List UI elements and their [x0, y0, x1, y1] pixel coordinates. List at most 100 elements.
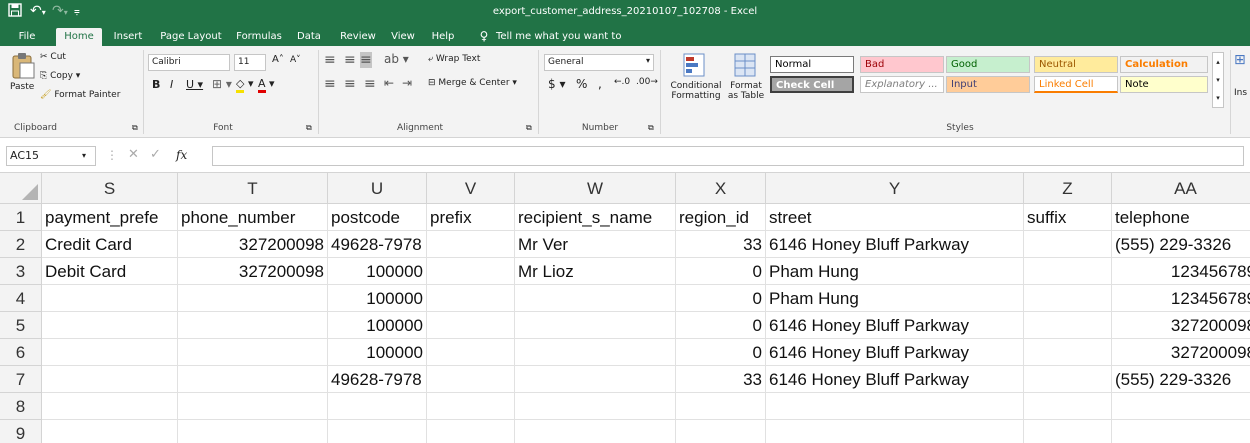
column-header[interactable]: S — [42, 173, 178, 204]
table-cell[interactable] — [42, 339, 178, 366]
table-cell[interactable] — [42, 393, 178, 420]
orientation-icon[interactable]: ab ▾ — [384, 52, 409, 66]
table-cell[interactable] — [515, 366, 676, 393]
paste-button[interactable]: Paste — [10, 52, 40, 102]
fill-color-icon[interactable]: ◇ ▾ — [236, 77, 254, 93]
table-cell[interactable]: 100000 — [328, 312, 427, 339]
table-cell[interactable]: 6146 Honey Bluff Parkway — [766, 312, 1024, 339]
bottom-align-icon[interactable]: ≡ — [360, 52, 372, 68]
table-cell[interactable] — [42, 366, 178, 393]
table-cell[interactable]: 33 — [676, 366, 766, 393]
borders-icon[interactable]: ⊞ ▾ — [212, 77, 232, 91]
table-cell[interactable] — [42, 312, 178, 339]
dialog-launcher-icon[interactable]: ⧉ — [526, 123, 532, 133]
table-cell[interactable]: 327200098 — [1112, 339, 1250, 366]
cell-style-option[interactable]: Normal — [770, 56, 854, 73]
table-cell[interactable]: region_id — [676, 204, 766, 231]
column-header[interactable]: T — [178, 173, 328, 204]
row-header[interactable]: 2 — [0, 231, 42, 258]
tab-home[interactable]: Home — [56, 28, 102, 46]
table-cell[interactable]: Mr Lioz — [515, 258, 676, 285]
table-cell[interactable] — [427, 393, 515, 420]
table-cell[interactable] — [1024, 339, 1112, 366]
cell-style-option[interactable]: Linked Cell — [1034, 76, 1118, 93]
formula-input[interactable] — [212, 146, 1244, 166]
select-all-corner[interactable] — [0, 173, 42, 204]
cell-style-option[interactable]: Neutral — [1034, 56, 1118, 73]
table-cell[interactable] — [178, 285, 328, 312]
column-header[interactable]: Z — [1024, 173, 1112, 204]
tab-view[interactable]: View — [386, 28, 420, 46]
table-cell[interactable] — [766, 393, 1024, 420]
table-cell[interactable] — [1112, 393, 1250, 420]
table-cell[interactable]: Pham Hung — [766, 285, 1024, 312]
chevron-down-icon[interactable]: ▾ — [82, 151, 86, 160]
table-cell[interactable] — [1024, 285, 1112, 312]
row-header[interactable]: 4 — [0, 285, 42, 312]
dialog-launcher-icon[interactable]: ⧉ — [648, 123, 654, 133]
increase-decimal-icon[interactable]: ←.0 — [614, 77, 630, 87]
wrap-text-button[interactable]: ⤶ Wrap Text — [428, 54, 480, 64]
column-header[interactable]: W — [515, 173, 676, 204]
cell-style-option[interactable]: Explanatory ... — [860, 76, 944, 93]
tell-me-box[interactable]: Tell me what you want to do — [496, 28, 636, 59]
grow-font-icon[interactable]: A˄ — [272, 54, 284, 65]
tab-page-layout[interactable]: Page Layout — [156, 28, 226, 46]
column-header[interactable]: V — [427, 173, 515, 204]
table-cell[interactable] — [427, 420, 515, 443]
cell-style-option[interactable]: Calculation — [1120, 56, 1208, 73]
row-header[interactable]: 9 — [0, 420, 42, 443]
tab-data[interactable]: Data — [292, 28, 326, 46]
conditional-formatting-button[interactable]: Conditional Formatting — [666, 52, 722, 101]
table-cell[interactable]: Debit Card — [42, 258, 178, 285]
cell-style-option[interactable]: Good — [946, 56, 1030, 73]
font-size-box[interactable]: 11 — [234, 54, 266, 71]
table-cell[interactable] — [178, 312, 328, 339]
table-cell[interactable]: 0 — [676, 339, 766, 366]
table-cell[interactable]: 0 — [676, 312, 766, 339]
insert-button[interactable]: ⊞ Ins — [1234, 52, 1250, 98]
row-header[interactable]: 8 — [0, 393, 42, 420]
dialog-launcher-icon[interactable]: ⧉ — [132, 123, 138, 133]
copy-button[interactable]: ⎘ Copy ▾ — [40, 71, 80, 81]
table-cell[interactable]: Credit Card — [42, 231, 178, 258]
table-cell[interactable]: street — [766, 204, 1024, 231]
tab-formulas[interactable]: Formulas — [232, 28, 286, 46]
row-header[interactable]: 7 — [0, 366, 42, 393]
table-cell[interactable] — [178, 366, 328, 393]
table-cell[interactable] — [515, 393, 676, 420]
format-painter-button[interactable]: 🖌 Format Painter — [40, 90, 120, 100]
dialog-launcher-icon[interactable]: ⧉ — [306, 123, 312, 133]
table-cell[interactable]: 327200098 — [178, 231, 328, 258]
table-cell[interactable]: 100000 — [328, 285, 427, 312]
table-cell[interactable] — [42, 420, 178, 443]
table-cell[interactable] — [1024, 420, 1112, 443]
table-cell[interactable]: 327200098 — [178, 258, 328, 285]
percent-button[interactable]: % — [576, 77, 587, 91]
tab-help[interactable]: Help — [426, 28, 460, 46]
table-cell[interactable]: (555) 229-3326 — [1112, 366, 1250, 393]
table-cell[interactable]: telephone — [1112, 204, 1250, 231]
table-cell[interactable] — [427, 231, 515, 258]
table-cell[interactable] — [178, 420, 328, 443]
table-cell[interactable]: (555) 229-3326 — [1112, 231, 1250, 258]
gallery-scroll[interactable]: ▴ ▾ ▾ — [1212, 52, 1224, 108]
column-header[interactable]: Y — [766, 173, 1024, 204]
table-cell[interactable]: 123456789 — [1112, 285, 1250, 312]
font-name-box[interactable]: Calibri — [148, 54, 230, 71]
table-cell[interactable] — [676, 420, 766, 443]
table-cell[interactable]: 327200098 — [1112, 312, 1250, 339]
row-header[interactable]: 1 — [0, 204, 42, 231]
table-cell[interactable]: 0 — [676, 285, 766, 312]
comma-button[interactable]: , — [598, 77, 602, 91]
table-cell[interactable] — [515, 420, 676, 443]
table-cell[interactable] — [42, 285, 178, 312]
format-as-table-button[interactable]: Format as Table — [724, 52, 766, 101]
table-cell[interactable]: Mr Ver — [515, 231, 676, 258]
cell-style-option[interactable]: Note — [1120, 76, 1208, 93]
cut-button[interactable]: ✂ Cut — [40, 52, 66, 62]
table-cell[interactable] — [1024, 231, 1112, 258]
table-cell[interactable]: 49628-7978 — [328, 366, 427, 393]
table-cell[interactable]: recipient_s_name — [515, 204, 676, 231]
table-cell[interactable] — [766, 420, 1024, 443]
